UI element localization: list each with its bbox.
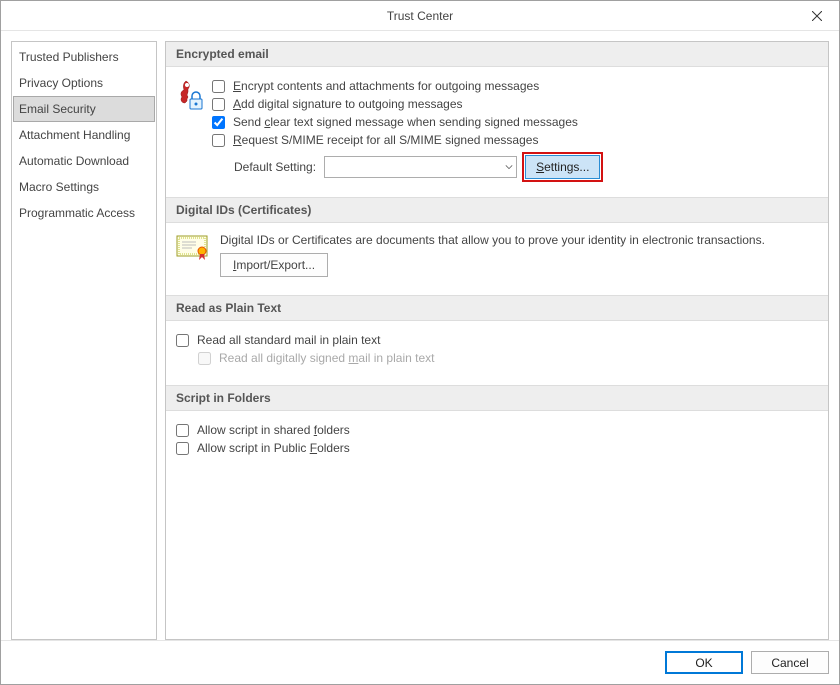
trust-center-window: Trust Center Trusted Publishers Privacy …: [0, 0, 840, 685]
section-script-folders: Allow script in shared folders Allow scr…: [166, 411, 828, 475]
checkbox-send-clear[interactable]: [212, 116, 225, 129]
titlebar: Trust Center: [1, 1, 839, 31]
group-header-script-folders: Script in Folders: [166, 385, 828, 411]
section-read-plain-text: Read all standard mail in plain text Rea…: [166, 321, 828, 385]
checkbox-read-signed: [198, 352, 211, 365]
label-script-public: Allow script in Public Folders: [197, 441, 350, 455]
close-icon: [812, 11, 822, 21]
certificate-icon: [176, 233, 210, 264]
label-encrypt-contents: Encrypt contents and attachments for out…: [233, 79, 539, 93]
checkbox-row-script-public: Allow script in Public Folders: [176, 439, 818, 457]
dialog-footer: OK Cancel: [1, 640, 839, 684]
import-export-button[interactable]: Import/Export...: [220, 253, 328, 277]
checkbox-script-public[interactable]: [176, 442, 189, 455]
group-header-encrypted-email: Encrypted email: [166, 42, 828, 67]
settings-button[interactable]: Settings...: [525, 155, 600, 179]
default-setting-row: Default Setting: Settings...: [234, 155, 818, 179]
section-encrypted-email: Encrypt contents and attachments for out…: [166, 67, 828, 197]
checkbox-script-shared[interactable]: [176, 424, 189, 437]
checkbox-read-standard[interactable]: [176, 334, 189, 347]
digital-ids-description: Digital IDs or Certificates are document…: [220, 233, 818, 247]
sidebar-item-email-security[interactable]: Email Security: [13, 96, 155, 122]
sidebar-item-programmatic-access[interactable]: Programmatic Access: [13, 200, 155, 226]
group-header-digital-ids: Digital IDs (Certificates): [166, 197, 828, 223]
checkbox-add-signature[interactable]: [212, 98, 225, 111]
cancel-button[interactable]: Cancel: [751, 651, 829, 674]
ok-button[interactable]: OK: [665, 651, 743, 674]
sidebar-item-attachment-handling[interactable]: Attachment Handling: [13, 122, 155, 148]
content-pane: Encrypted email: [165, 41, 829, 640]
checkbox-row-add-signature: Add digital signature to outgoing messag…: [212, 95, 818, 113]
ribbon-lock-icon: [176, 79, 204, 116]
close-button[interactable]: [794, 1, 839, 31]
sidebar-item-macro-settings[interactable]: Macro Settings: [13, 174, 155, 200]
label-read-standard: Read all standard mail in plain text: [197, 333, 380, 347]
label-script-shared: Allow script in shared folders: [197, 423, 350, 437]
checkbox-request-receipt[interactable]: [212, 134, 225, 147]
sidebar-item-privacy-options[interactable]: Privacy Options: [13, 70, 155, 96]
sidebar-item-automatic-download[interactable]: Automatic Download: [13, 148, 155, 174]
label-add-signature: Add digital signature to outgoing messag…: [233, 97, 463, 111]
group-header-read-plain-text: Read as Plain Text: [166, 295, 828, 321]
section-digital-ids: Digital IDs or Certificates are document…: [166, 223, 828, 295]
label-read-signed: Read all digitally signed mail in plain …: [219, 351, 434, 365]
sidebar-item-trusted-publishers[interactable]: Trusted Publishers: [13, 44, 155, 70]
checkbox-row-read-standard: Read all standard mail in plain text: [176, 331, 818, 349]
dialog-body: Trusted Publishers Privacy Options Email…: [1, 31, 839, 640]
checkbox-row-read-signed: Read all digitally signed mail in plain …: [198, 349, 818, 367]
checkbox-row-script-shared: Allow script in shared folders: [176, 421, 818, 439]
checkbox-row-send-clear: Send clear text signed message when send…: [212, 113, 818, 131]
label-request-receipt: Request S/MIME receipt for all S/MIME si…: [233, 133, 538, 147]
checkbox-encrypt-contents[interactable]: [212, 80, 225, 93]
window-title: Trust Center: [387, 9, 453, 23]
checkbox-row-request-receipt: Request S/MIME receipt for all S/MIME si…: [212, 131, 818, 149]
sidebar: Trusted Publishers Privacy Options Email…: [11, 41, 157, 640]
label-send-clear: Send clear text signed message when send…: [233, 115, 578, 129]
chevron-down-icon: [505, 163, 513, 171]
default-setting-combo[interactable]: [324, 156, 517, 178]
default-setting-label: Default Setting:: [234, 160, 316, 174]
checkbox-row-encrypt-contents: Encrypt contents and attachments for out…: [212, 77, 818, 95]
